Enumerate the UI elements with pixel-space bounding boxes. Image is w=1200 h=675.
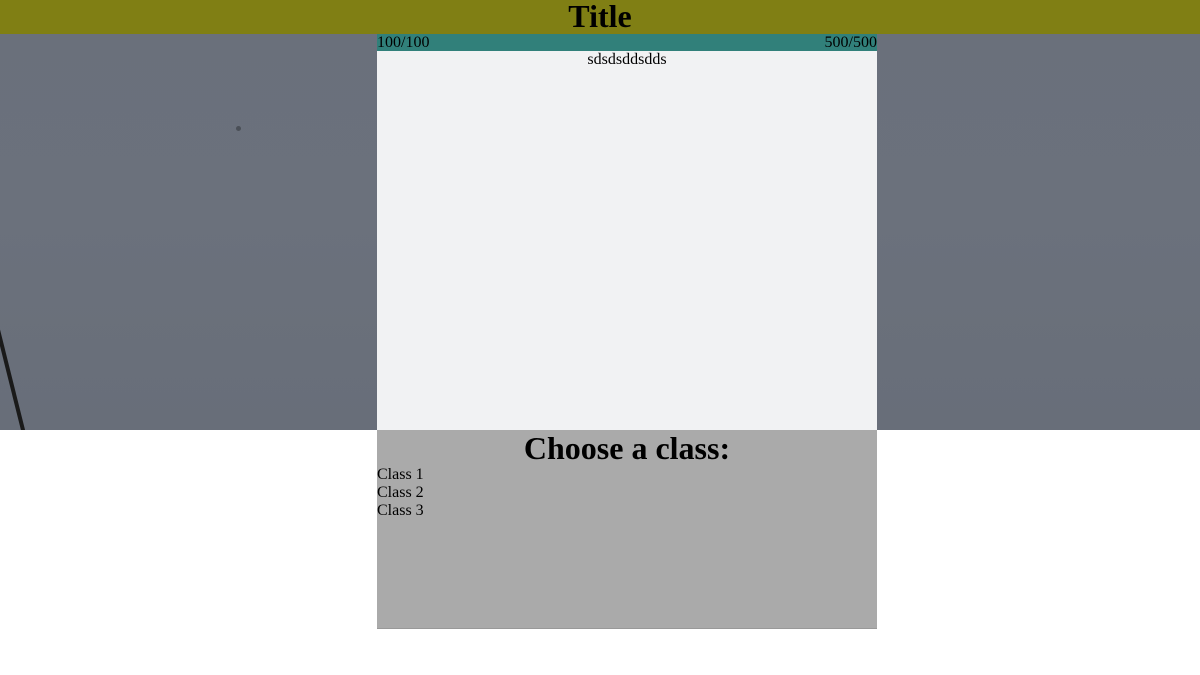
background-pole bbox=[0, 329, 27, 430]
mana-value: 500/500 bbox=[824, 34, 877, 51]
title-bar: Title bbox=[0, 0, 1200, 34]
message-panel: sdsdsddsdds bbox=[377, 51, 877, 430]
health-value: 100/100 bbox=[377, 34, 430, 51]
stats-bar: 100/100 500/500 bbox=[377, 34, 877, 51]
class-option-2[interactable]: Class 2 bbox=[377, 484, 877, 502]
class-chooser: Choose a class: Class 1 Class 2 Class 3 bbox=[377, 430, 877, 629]
class-option-3[interactable]: Class 3 bbox=[377, 502, 877, 520]
class-option-1[interactable]: Class 1 bbox=[377, 466, 877, 484]
page-title: Title bbox=[568, 0, 632, 34]
class-list: Class 1 Class 2 Class 3 bbox=[377, 466, 877, 520]
background-speck bbox=[236, 126, 241, 131]
message-text: sdsdsddsdds bbox=[587, 51, 667, 68]
chooser-heading: Choose a class: bbox=[523, 430, 731, 466]
